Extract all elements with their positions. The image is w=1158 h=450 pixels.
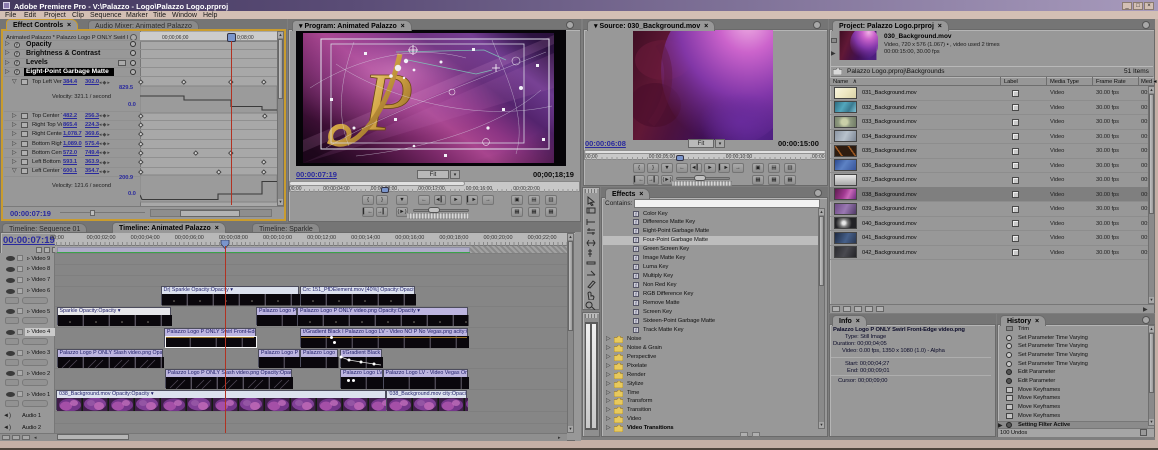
svg-text:P: P	[361, 56, 413, 149]
